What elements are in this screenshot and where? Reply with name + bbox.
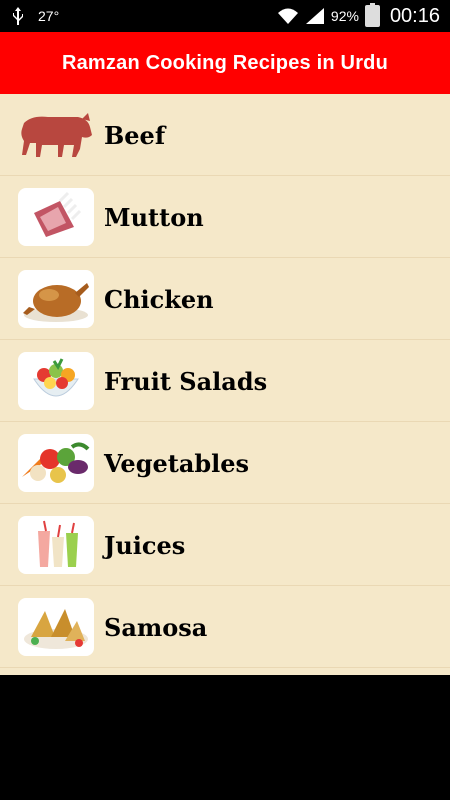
chicken-icon <box>18 270 94 328</box>
clock-time: 00:16 <box>389 4 440 27</box>
empty-bottom-area <box>0 675 450 800</box>
temperature-text: 27° <box>38 8 60 24</box>
juices-icon <box>18 516 94 574</box>
fruit-salad-icon <box>18 352 94 410</box>
list-item-fruit-salads[interactable]: Fruit Salads <box>0 340 450 422</box>
beef-icon <box>18 106 94 164</box>
app-header: Ramzan Cooking Recipes in Urdu <box>0 32 450 94</box>
vegetables-icon <box>18 434 94 492</box>
signal-icon <box>305 7 325 25</box>
wifi-icon <box>277 7 299 25</box>
list-item-chicken[interactable]: Chicken <box>0 258 450 340</box>
list-item-label: Vegetables <box>104 448 250 478</box>
list-item-label: Chicken <box>104 284 214 314</box>
list-item-label: Samosa <box>104 612 208 642</box>
list-item-vegetables[interactable]: Vegetables <box>0 422 450 504</box>
list-item-label: Mutton <box>104 202 204 232</box>
list-item-beef[interactable]: Beef <box>0 94 450 176</box>
mutton-icon <box>18 188 94 246</box>
list-item-label: Juices <box>104 530 186 560</box>
page-title: Ramzan Cooking Recipes in Urdu <box>61 51 389 74</box>
list-item-juices[interactable]: Juices <box>0 504 450 586</box>
list-item-label: Beef <box>104 120 166 150</box>
list-item-samosa[interactable]: Samosa <box>0 586 450 668</box>
battery-percent: 92% <box>330 8 359 24</box>
samosa-icon <box>18 598 94 656</box>
status-bar: 27° 92% 00:16 <box>0 0 450 32</box>
list-item-mutton[interactable]: Mutton <box>0 176 450 258</box>
category-list: Beef Mutton Chicken Fruit Salads Vegetab… <box>0 94 450 675</box>
list-item-label: Fruit Salads <box>104 366 268 396</box>
usb-icon <box>12 7 24 25</box>
battery-icon <box>364 3 380 27</box>
